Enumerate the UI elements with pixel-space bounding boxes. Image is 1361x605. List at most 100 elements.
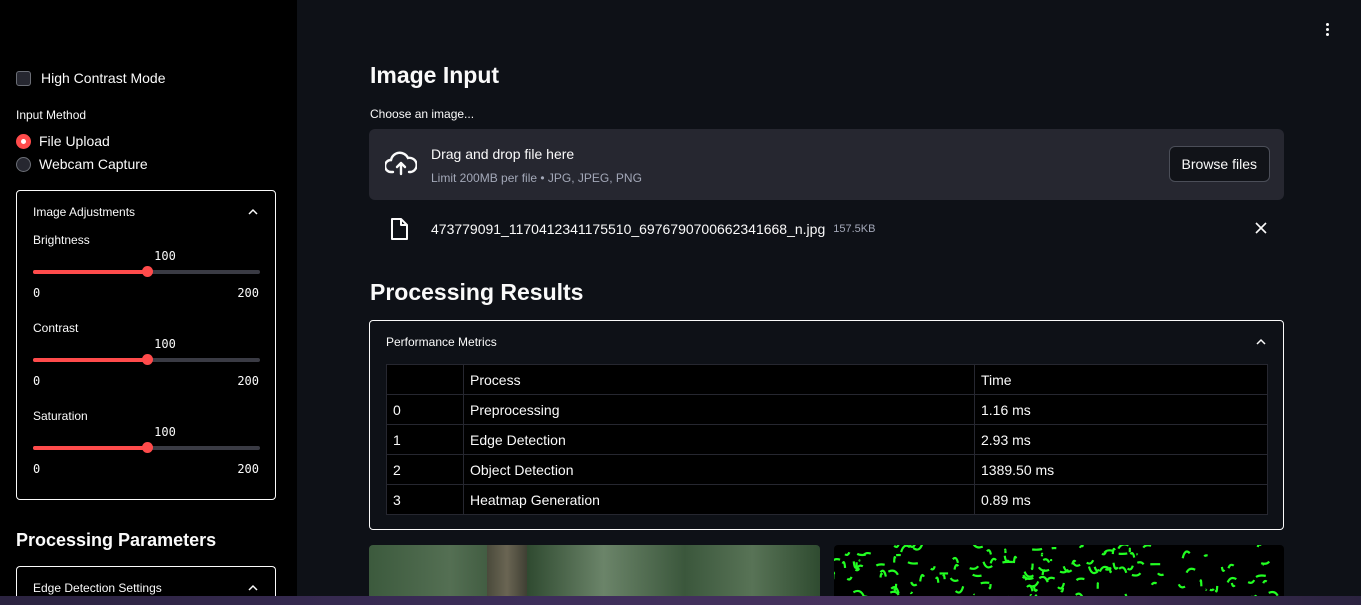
cloud-upload-icon xyxy=(385,151,417,176)
uploader-label: Choose an image... xyxy=(370,107,475,121)
radio-webcam-capture[interactable]: Webcam Capture xyxy=(16,156,148,172)
slider-track[interactable] xyxy=(33,442,260,453)
edge-stroke xyxy=(1059,568,1069,574)
edge-stroke xyxy=(907,561,919,565)
edge-stroke xyxy=(1131,572,1142,577)
edge-stroke xyxy=(934,576,940,583)
performance-metrics-header[interactable]: Performance Metrics xyxy=(370,321,1283,363)
radio-label: File Upload xyxy=(39,133,110,149)
edge-stroke xyxy=(930,565,936,571)
dropzone-text: Drag and drop file here xyxy=(431,146,575,162)
slider-thumb[interactable] xyxy=(141,266,153,277)
edge-stroke xyxy=(856,552,866,557)
edge-stroke xyxy=(1247,579,1256,584)
edge-stroke xyxy=(1111,547,1116,555)
edge-stroke xyxy=(1209,588,1215,592)
edge-stroke xyxy=(1108,567,1112,574)
edge-stroke xyxy=(1075,577,1085,582)
radio-file-upload[interactable]: File Upload xyxy=(16,133,110,149)
slider-track[interactable] xyxy=(33,354,260,365)
edge-stroke xyxy=(1255,574,1266,578)
radio-button[interactable] xyxy=(16,156,31,172)
edge-detection-title: Edge Detection Settings xyxy=(33,581,162,595)
close-icon[interactable] xyxy=(1253,220,1269,236)
column-header: Process xyxy=(463,364,975,395)
row-index: 3 xyxy=(386,484,464,515)
high-contrast-label: High Contrast Mode xyxy=(41,70,166,86)
uploaded-file: 473779091_1170412341175510_6976790700662… xyxy=(389,216,1269,242)
edge-stroke xyxy=(846,576,853,581)
file-dropzone[interactable]: Drag and drop file here Limit 200MB per … xyxy=(369,129,1284,200)
edge-stroke xyxy=(887,569,899,576)
edge-stroke xyxy=(1177,583,1186,589)
edge-stroke xyxy=(844,551,851,557)
slider-label: Saturation xyxy=(33,409,88,423)
slider-track[interactable] xyxy=(33,266,260,277)
edge-stroke xyxy=(1112,562,1119,570)
slider-thumb[interactable] xyxy=(141,442,153,453)
row-process: Edge Detection xyxy=(463,424,975,455)
chevron-up-icon[interactable] xyxy=(1255,336,1267,348)
processing-results-title: Processing Results xyxy=(370,279,584,305)
edge-stroke xyxy=(1003,555,1010,563)
edge-stroke xyxy=(1030,563,1034,571)
chevron-up-icon[interactable] xyxy=(247,206,259,218)
edge-stroke xyxy=(1093,566,1100,572)
chevron-up-icon[interactable] xyxy=(247,582,259,594)
high-contrast-toggle[interactable]: High Contrast Mode xyxy=(16,70,166,86)
slider-value: 100 xyxy=(154,337,176,351)
contrast-slider[interactable]: Contrast 100 0 200 xyxy=(17,321,275,409)
browse-files-button[interactable]: Browse files xyxy=(1168,146,1270,182)
table-row: 0 Preprocessing 1.16 ms xyxy=(386,394,1268,425)
row-time: 0.89 ms xyxy=(974,484,1268,515)
metrics-table: Process Time 0 Preprocessing 1.16 ms 1 E… xyxy=(386,364,1268,515)
image-adjustments-header[interactable]: Image Adjustments xyxy=(17,191,275,233)
edge-stroke xyxy=(988,584,992,590)
saturation-slider[interactable]: Saturation 100 0 200 xyxy=(17,409,275,497)
edge-stroke xyxy=(879,572,884,578)
edge-stroke xyxy=(841,561,847,569)
edge-stroke xyxy=(1214,585,1219,593)
edge-stroke xyxy=(1078,545,1085,549)
edge-stroke xyxy=(954,586,965,594)
edge-stroke xyxy=(1199,579,1203,587)
performance-metrics-expander: Performance Metrics Process Time 0 Prepr… xyxy=(369,320,1284,530)
edge-stroke xyxy=(834,558,841,562)
column-header: Time xyxy=(974,364,1268,395)
image-adjustments-title: Image Adjustments xyxy=(33,205,136,219)
edge-stroke xyxy=(1230,582,1236,588)
table-header-row: Process Time xyxy=(386,364,1268,395)
edge-stroke xyxy=(909,591,914,595)
slider-max: 200 xyxy=(237,462,259,476)
row-process: Heatmap Generation xyxy=(463,484,975,515)
slider-fill xyxy=(33,358,147,362)
row-index: 2 xyxy=(386,454,464,485)
brightness-slider[interactable]: Brightness 100 0 200 xyxy=(17,233,275,321)
radio-label: Webcam Capture xyxy=(39,156,148,172)
edge-stroke xyxy=(1150,581,1158,586)
edge-stroke xyxy=(1086,559,1095,565)
edge-stroke xyxy=(893,555,897,563)
table-row: 1 Edge Detection 2.93 ms xyxy=(386,424,1268,455)
processing-parameters-title: Processing Parameters xyxy=(16,530,217,550)
menu-dots-icon[interactable] xyxy=(1316,18,1338,40)
file-name: 473779091_1170412341175510_6976790700662… xyxy=(431,221,826,237)
edge-stroke xyxy=(1041,569,1047,576)
edge-stroke xyxy=(989,557,997,564)
edge-stroke xyxy=(1038,575,1049,583)
edge-stroke xyxy=(1220,566,1226,572)
slider-max: 200 xyxy=(237,286,259,300)
image-adjustments-expander: Image Adjustments Brightness 100 0 200 C… xyxy=(16,190,276,500)
radio-button-selected[interactable] xyxy=(16,133,31,149)
edge-stroke xyxy=(875,563,885,567)
row-index: 0 xyxy=(386,394,464,425)
os-taskbar xyxy=(0,596,1361,605)
edge-stroke xyxy=(1129,552,1136,558)
high-contrast-checkbox[interactable] xyxy=(16,70,31,86)
edge-stroke xyxy=(1227,563,1235,569)
edge-stroke xyxy=(1260,560,1271,565)
edge-stroke xyxy=(919,573,926,582)
slider-thumb[interactable] xyxy=(141,354,153,365)
edge-stroke xyxy=(900,545,911,553)
edge-stroke xyxy=(1032,547,1043,551)
